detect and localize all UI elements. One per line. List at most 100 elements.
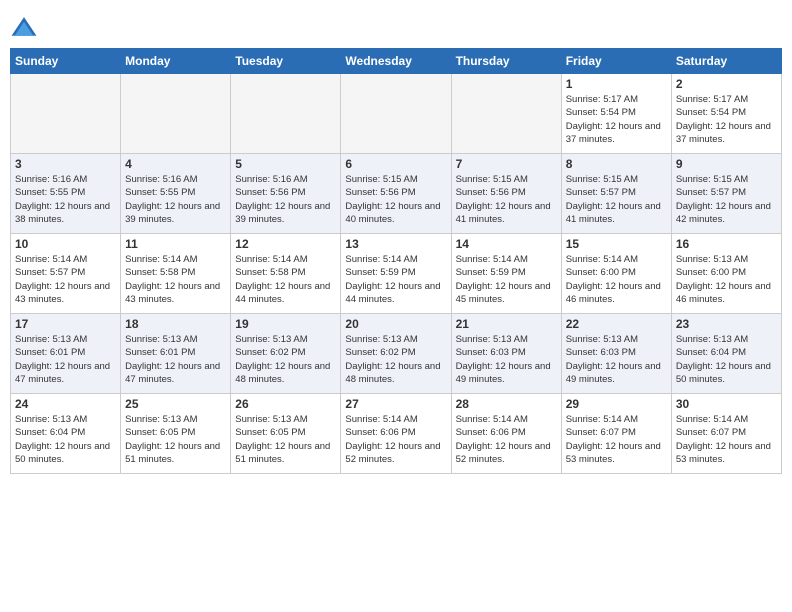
weekday-header-monday: Monday <box>121 49 231 74</box>
calendar-day-cell: 6Sunrise: 5:15 AMSunset: 5:56 PMDaylight… <box>341 154 451 234</box>
calendar-day-cell <box>121 74 231 154</box>
calendar-day-cell: 18 Sunrise: 5:13 AMSunset: 6:01 PMDayligh… <box>121 314 231 394</box>
day-number: 23 <box>676 317 777 331</box>
calendar-day-cell: 14 Sunrise: 5:14 AMSunset: 5:59 PMDayligh… <box>451 234 561 314</box>
day-info: Sunrise: 5:15 AMSunset: 5:57 PMDaylight:… <box>676 173 777 226</box>
calendar-day-cell: 5 Sunrise: 5:16 AMSunset: 5:56 PMDaylight… <box>231 154 341 234</box>
day-number: 21 <box>456 317 557 331</box>
day-number: 27 <box>345 397 446 411</box>
day-number: 29 <box>566 397 667 411</box>
day-info: Sunrise: 5:13 AMSunset: 6:03 PMDaylight:… <box>566 333 667 386</box>
day-info: Sunrise: 5:17 AMSunset: 5:54 PMDaylight:… <box>676 93 777 146</box>
calendar-day-cell: 19Sunrise: 5:13 AMSunset: 6:02 PMDayligh… <box>231 314 341 394</box>
day-number: 18 <box>125 317 226 331</box>
day-info: Sunrise: 5:15 AMSunset: 5:56 PMDaylight:… <box>456 173 557 226</box>
calendar-day-cell: 4Sunrise: 5:16 AMSunset: 5:55 PMDaylight… <box>121 154 231 234</box>
calendar-day-cell: 16Sunrise: 5:13 AMSunset: 6:00 PMDayligh… <box>671 234 781 314</box>
day-info: Sunrise: 5:15 AMSunset: 5:57 PMDaylight:… <box>566 173 667 226</box>
day-info: Sunrise: 5:13 AMSunset: 6:00 PMDaylight:… <box>676 253 777 306</box>
day-info: Sunrise: 5:13 AMSunset: 6:04 PMDaylight:… <box>676 333 777 386</box>
calendar-day-cell: 20 Sunrise: 5:13 AMSunset: 6:02 PMDayligh… <box>341 314 451 394</box>
day-info: Sunrise: 5:14 AMSunset: 5:59 PMDaylight:… <box>345 253 446 306</box>
day-number: 8 <box>566 157 667 171</box>
day-number: 9 <box>676 157 777 171</box>
calendar-table: SundayMondayTuesdayWednesdayThursdayFrid… <box>10 48 782 474</box>
day-number: 6 <box>345 157 446 171</box>
logo <box>10 14 42 42</box>
day-number: 17 <box>15 317 116 331</box>
calendar-day-cell: 24 Sunrise: 5:13 AMSunset: 6:04 PMDayligh… <box>11 394 121 474</box>
calendar-day-cell: 15 Sunrise: 5:14 AMSunset: 6:00 PMDayligh… <box>561 234 671 314</box>
calendar-day-cell <box>341 74 451 154</box>
calendar-day-cell: 3Sunrise: 5:16 AMSunset: 5:55 PMDaylight… <box>11 154 121 234</box>
day-info: Sunrise: 5:14 AMSunset: 5:57 PMDaylight:… <box>15 253 116 306</box>
weekday-header-tuesday: Tuesday <box>231 49 341 74</box>
calendar-header-row: SundayMondayTuesdayWednesdayThursdayFrid… <box>11 49 782 74</box>
day-number: 13 <box>345 237 446 251</box>
day-info: Sunrise: 5:13 AMSunset: 6:02 PMDaylight:… <box>345 333 446 386</box>
calendar-day-cell: 1 Sunrise: 5:17 AMSunset: 5:54 PMDaylight… <box>561 74 671 154</box>
day-number: 10 <box>15 237 116 251</box>
calendar-day-cell: 30 Sunrise: 5:14 AMSunset: 6:07 PMDayligh… <box>671 394 781 474</box>
day-info: Sunrise: 5:14 AMSunset: 5:58 PMDaylight:… <box>125 253 226 306</box>
day-info: Sunrise: 5:17 AMSunset: 5:54 PMDaylight:… <box>566 93 667 146</box>
calendar-day-cell: 29 Sunrise: 5:14 AMSunset: 6:07 PMDayligh… <box>561 394 671 474</box>
calendar-day-cell: 28 Sunrise: 5:14 AMSunset: 6:06 PMDayligh… <box>451 394 561 474</box>
day-number: 20 <box>345 317 446 331</box>
calendar-day-cell: 11 Sunrise: 5:14 AMSunset: 5:58 PMDayligh… <box>121 234 231 314</box>
calendar-day-cell: 26 Sunrise: 5:13 AMSunset: 6:05 PMDayligh… <box>231 394 341 474</box>
day-info: Sunrise: 5:16 AMSunset: 5:56 PMDaylight:… <box>235 173 336 226</box>
day-info: Sunrise: 5:14 AMSunset: 5:58 PMDaylight:… <box>235 253 336 306</box>
day-info: Sunrise: 5:13 AMSunset: 6:05 PMDaylight:… <box>125 413 226 466</box>
day-number: 30 <box>676 397 777 411</box>
day-number: 11 <box>125 237 226 251</box>
day-info: Sunrise: 5:13 AMSunset: 6:03 PMDaylight:… <box>456 333 557 386</box>
day-number: 3 <box>15 157 116 171</box>
day-number: 4 <box>125 157 226 171</box>
day-number: 15 <box>566 237 667 251</box>
calendar-day-cell: 7Sunrise: 5:15 AMSunset: 5:56 PMDaylight… <box>451 154 561 234</box>
calendar-day-cell: 27 Sunrise: 5:14 AMSunset: 6:06 PMDayligh… <box>341 394 451 474</box>
day-number: 12 <box>235 237 336 251</box>
logo-icon <box>10 14 38 42</box>
calendar-day-cell: 2 Sunrise: 5:17 AMSunset: 5:54 PMDaylight… <box>671 74 781 154</box>
day-info: Sunrise: 5:14 AMSunset: 6:06 PMDaylight:… <box>345 413 446 466</box>
calendar-week-row: 10 Sunrise: 5:14 AMSunset: 5:57 PMDayligh… <box>11 234 782 314</box>
calendar-week-row: 24 Sunrise: 5:13 AMSunset: 6:04 PMDayligh… <box>11 394 782 474</box>
day-info: Sunrise: 5:13 AMSunset: 6:02 PMDaylight:… <box>235 333 336 386</box>
weekday-header-saturday: Saturday <box>671 49 781 74</box>
calendar-day-cell <box>231 74 341 154</box>
day-number: 24 <box>15 397 116 411</box>
calendar-day-cell: 10 Sunrise: 5:14 AMSunset: 5:57 PMDayligh… <box>11 234 121 314</box>
day-number: 14 <box>456 237 557 251</box>
calendar-day-cell: 13 Sunrise: 5:14 AMSunset: 5:59 PMDayligh… <box>341 234 451 314</box>
day-info: Sunrise: 5:13 AMSunset: 6:04 PMDaylight:… <box>15 413 116 466</box>
day-number: 5 <box>235 157 336 171</box>
weekday-header-friday: Friday <box>561 49 671 74</box>
day-info: Sunrise: 5:14 AMSunset: 6:00 PMDaylight:… <box>566 253 667 306</box>
day-info: Sunrise: 5:13 AMSunset: 6:05 PMDaylight:… <box>235 413 336 466</box>
weekday-header-wednesday: Wednesday <box>341 49 451 74</box>
day-number: 25 <box>125 397 226 411</box>
calendar-week-row: 17 Sunrise: 5:13 AMSunset: 6:01 PMDayligh… <box>11 314 782 394</box>
calendar-day-cell <box>11 74 121 154</box>
day-number: 26 <box>235 397 336 411</box>
page-header <box>10 10 782 42</box>
calendar-day-cell: 25 Sunrise: 5:13 AMSunset: 6:05 PMDayligh… <box>121 394 231 474</box>
calendar-day-cell: 12 Sunrise: 5:14 AMSunset: 5:58 PMDayligh… <box>231 234 341 314</box>
weekday-header-sunday: Sunday <box>11 49 121 74</box>
calendar-day-cell: 17Sunrise: 5:13 AMSunset: 6:01 PMDayligh… <box>11 314 121 394</box>
day-info: Sunrise: 5:14 AMSunset: 6:06 PMDaylight:… <box>456 413 557 466</box>
day-info: Sunrise: 5:14 AMSunset: 5:59 PMDaylight:… <box>456 253 557 306</box>
day-number: 2 <box>676 77 777 91</box>
calendar-day-cell: 8 Sunrise: 5:15 AMSunset: 5:57 PMDaylight… <box>561 154 671 234</box>
calendar-day-cell: 23 Sunrise: 5:13 AMSunset: 6:04 PMDayligh… <box>671 314 781 394</box>
weekday-header-thursday: Thursday <box>451 49 561 74</box>
calendar-day-cell: 22Sunrise: 5:13 AMSunset: 6:03 PMDayligh… <box>561 314 671 394</box>
day-number: 1 <box>566 77 667 91</box>
day-info: Sunrise: 5:13 AMSunset: 6:01 PMDaylight:… <box>125 333 226 386</box>
day-number: 28 <box>456 397 557 411</box>
day-info: Sunrise: 5:14 AMSunset: 6:07 PMDaylight:… <box>676 413 777 466</box>
calendar-day-cell <box>451 74 561 154</box>
day-info: Sunrise: 5:14 AMSunset: 6:07 PMDaylight:… <box>566 413 667 466</box>
